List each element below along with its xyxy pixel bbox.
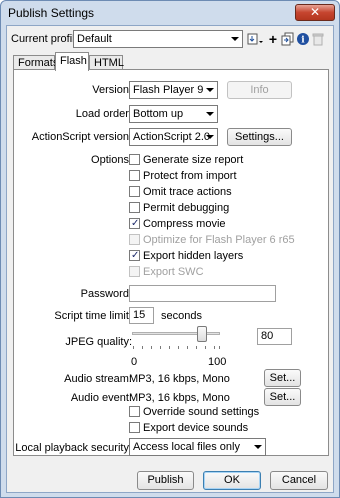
- jpeg-quality-max-label: 100: [208, 356, 227, 368]
- slider-tick: [196, 346, 197, 349]
- audio-stream-label: Audio stream:: [64, 373, 132, 385]
- slider-tick: [187, 346, 188, 349]
- audio-stream-set-button[interactable]: Set...: [264, 369, 301, 387]
- ok-button[interactable]: OK: [203, 471, 261, 490]
- flash-tab-panel: Version: Flash Player 9 Info Load order:…: [13, 69, 329, 456]
- jpeg-quality-slider-thumb[interactable]: [197, 326, 207, 342]
- actionscript-version-label: ActionScript version:: [31, 131, 132, 143]
- chevron-down-icon: [206, 88, 214, 92]
- checkbox-checked[interactable]: [129, 217, 140, 230]
- version-dropdown[interactable]: Flash Player 9: [129, 81, 218, 99]
- version-value: Flash Player 9: [133, 84, 204, 96]
- version-label: Version:: [92, 84, 132, 96]
- title-bar[interactable]: Publish Settings ✕: [1, 1, 339, 25]
- checkbox[interactable]: [129, 154, 140, 165]
- actionscript-version-dropdown[interactable]: ActionScript 2.0: [129, 128, 218, 146]
- dialog-client: Current profile: Default + i Formats Fla…: [6, 25, 334, 493]
- checkbox[interactable]: [129, 422, 140, 433]
- audio-event-set-button[interactable]: Set...: [264, 388, 301, 406]
- local-playback-security-value: Access local files only: [133, 441, 240, 453]
- checkbox[interactable]: [129, 202, 140, 213]
- script-time-limit-label: Script time limit:: [54, 310, 132, 322]
- jpeg-quality-field[interactable]: 80: [257, 328, 292, 345]
- local-playback-security-dropdown[interactable]: Access local files only: [129, 438, 266, 456]
- checkbox-checked[interactable]: [129, 249, 140, 262]
- actionscript-version-value: ActionScript 2.0: [133, 131, 211, 143]
- load-order-dropdown[interactable]: Bottom up: [129, 105, 218, 123]
- chevron-down-icon: [206, 112, 214, 116]
- info-button[interactable]: Info: [227, 81, 292, 99]
- slider-tick: [160, 346, 161, 349]
- slider-tick: [133, 346, 134, 349]
- checkbox[interactable]: [129, 186, 140, 197]
- slider-tick: [219, 346, 220, 349]
- delete-profile-icon[interactable]: [311, 32, 325, 46]
- audio-event-label: Audio event:: [70, 392, 132, 404]
- audio-stream-value: MP3, 16 kbps, Mono: [129, 373, 230, 385]
- add-profile-icon[interactable]: +: [266, 32, 280, 46]
- current-profile-value: Default: [77, 33, 112, 45]
- slider-tick: [178, 346, 179, 349]
- load-order-label: Load order:: [75, 108, 132, 120]
- slider-tick: [151, 346, 152, 349]
- slider-tick: [142, 346, 143, 349]
- password-field[interactable]: [129, 285, 276, 302]
- checkbox[interactable]: [129, 234, 140, 245]
- options-label: Options:: [91, 154, 132, 166]
- password-label: Password:: [80, 288, 132, 300]
- checkbox[interactable]: [129, 266, 140, 277]
- slider-tick: [205, 346, 206, 349]
- jpeg-quality-label: JPEG quality:: [65, 336, 132, 348]
- duplicate-profile-icon[interactable]: [281, 32, 295, 46]
- local-playback-security-label: Local playback security:: [15, 442, 132, 454]
- cancel-button[interactable]: Cancel: [270, 471, 328, 490]
- tab-flash[interactable]: Flash: [55, 52, 89, 71]
- chevron-down-icon: [254, 445, 262, 449]
- chevron-down-icon: [206, 135, 214, 139]
- script-time-limit-field[interactable]: 15: [129, 307, 154, 324]
- audio-event-value: MP3, 16 kbps, Mono: [129, 392, 230, 404]
- slider-tick: [214, 346, 215, 349]
- jpeg-quality-min-label: 0: [131, 356, 138, 368]
- window-title: Publish Settings: [8, 6, 95, 20]
- slider-tick: [169, 346, 170, 349]
- profile-info-icon[interactable]: i: [296, 32, 310, 46]
- tab-formats[interactable]: Formats: [13, 55, 58, 70]
- load-order-value: Bottom up: [133, 108, 184, 120]
- tab-html[interactable]: HTML: [89, 55, 124, 70]
- actionscript-settings-button[interactable]: Settings...: [227, 128, 292, 146]
- checkbox[interactable]: [129, 406, 140, 417]
- checkbox[interactable]: [129, 170, 140, 181]
- import-export-icon[interactable]: [247, 32, 265, 46]
- publish-button[interactable]: Publish: [137, 471, 194, 490]
- script-time-unit: seconds: [161, 310, 202, 322]
- publish-settings-window: Publish Settings ✕ Current profile: Defa…: [0, 0, 340, 498]
- close-button[interactable]: ✕: [295, 4, 335, 21]
- chevron-down-icon: [231, 37, 239, 41]
- svg-text:i: i: [301, 36, 305, 46]
- current-profile-dropdown[interactable]: Default: [73, 30, 243, 48]
